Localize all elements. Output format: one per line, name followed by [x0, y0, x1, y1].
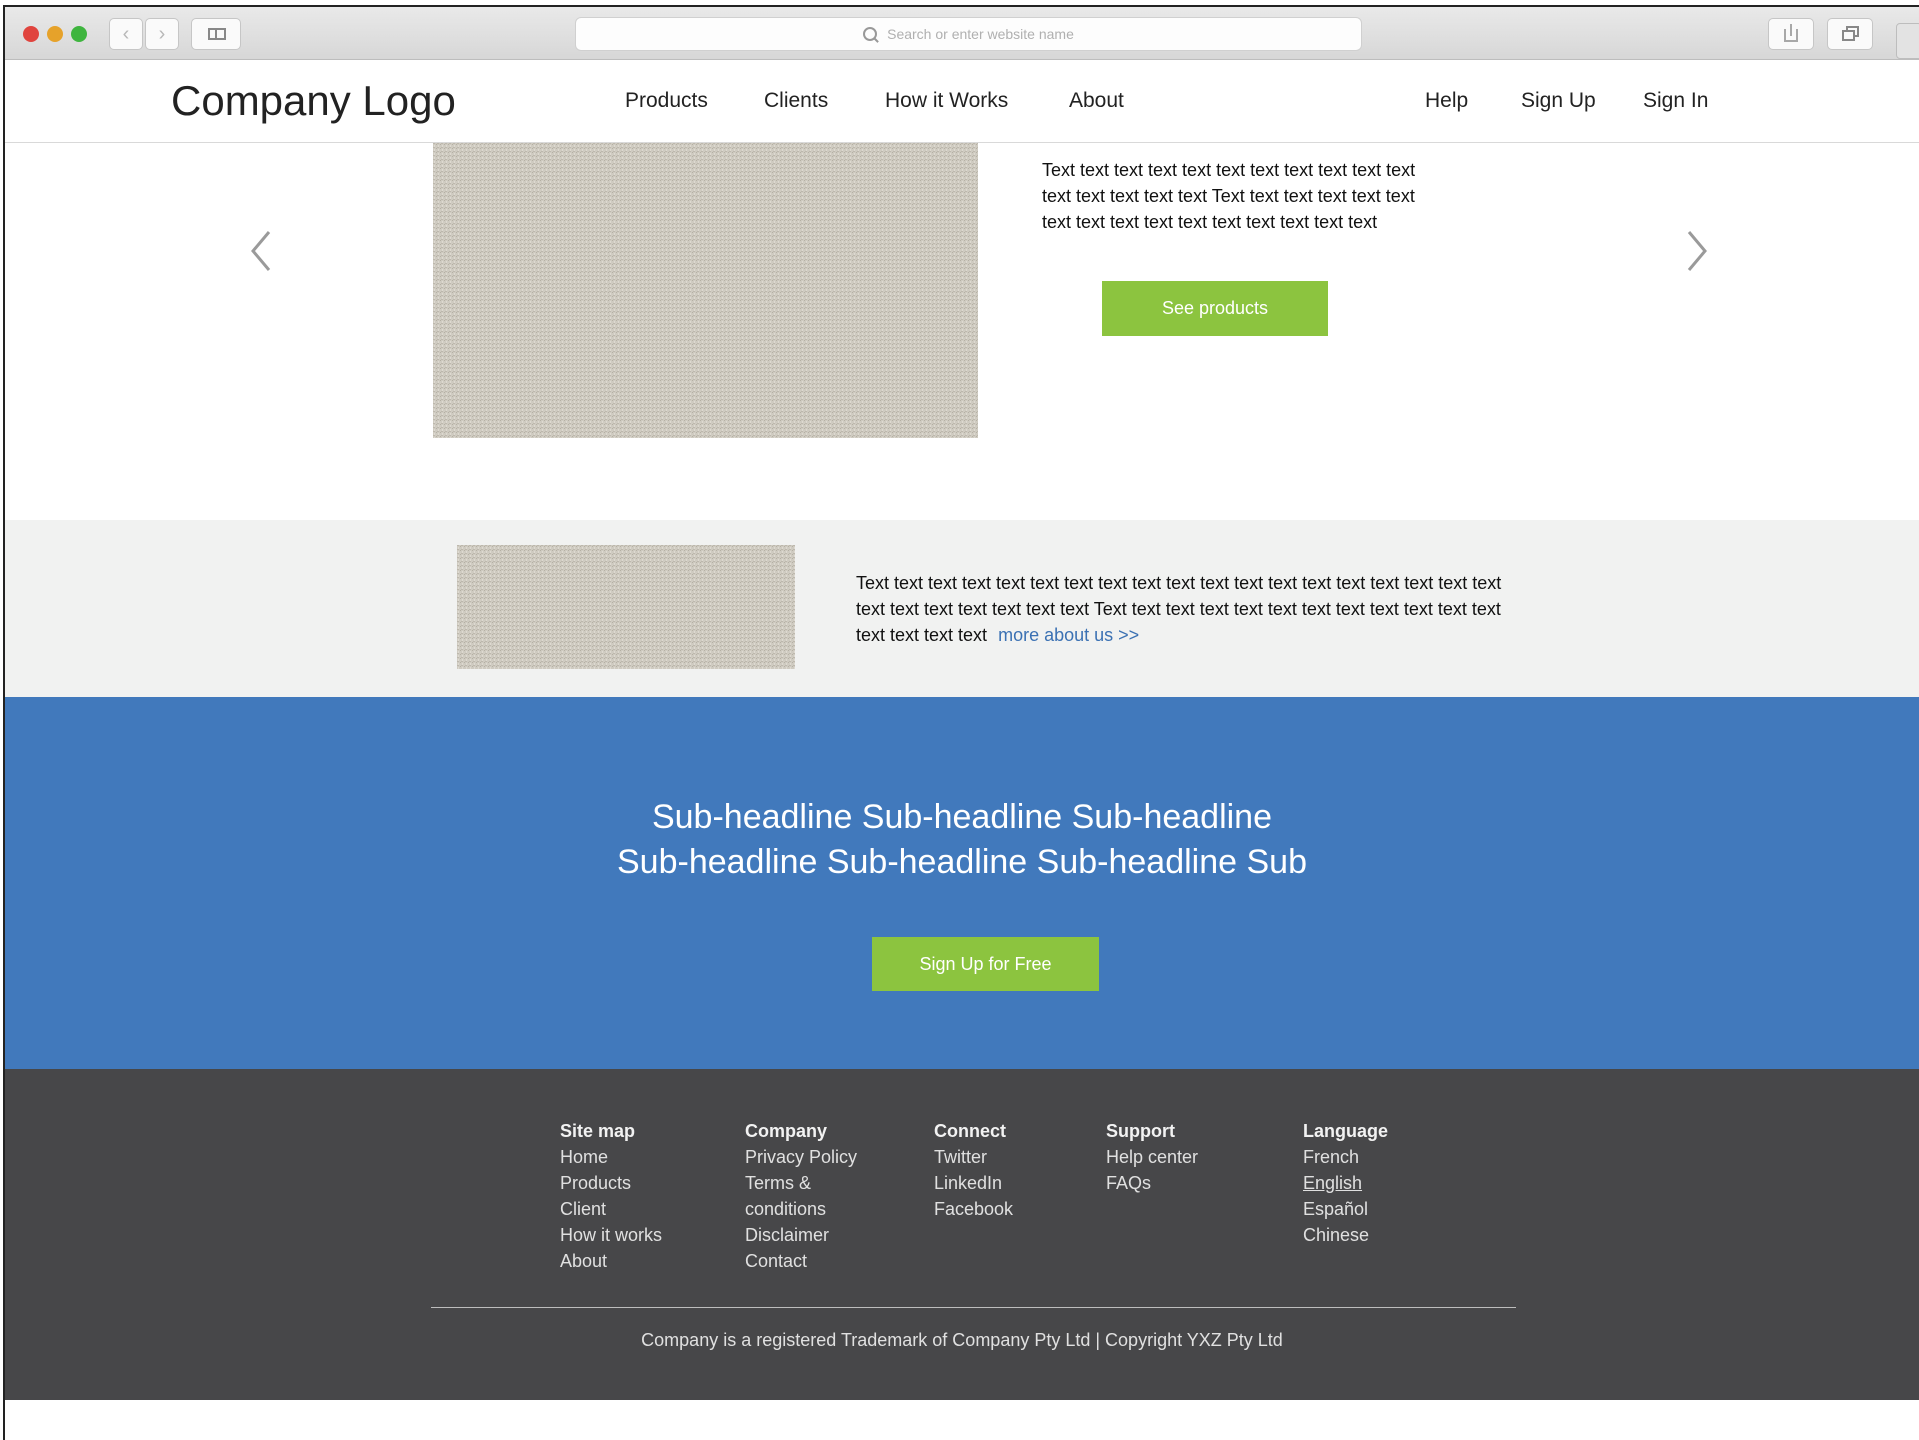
sign-up-free-button[interactable]: Sign Up for Free — [872, 937, 1099, 991]
footer-link-twitter[interactable]: Twitter — [934, 1144, 1013, 1170]
address-bar[interactable]: Search or enter website name — [575, 17, 1362, 51]
language-espanol[interactable]: Español — [1303, 1196, 1388, 1222]
back-button[interactable]: ‹ — [109, 18, 143, 50]
footer-link-contact[interactable]: Contact — [745, 1248, 857, 1274]
nav-about[interactable]: About — [1069, 89, 1124, 113]
about-image — [457, 545, 795, 669]
minimize-window-button[interactable] — [47, 26, 63, 42]
footer-link-about[interactable]: About — [560, 1248, 662, 1274]
hero-image — [433, 143, 978, 438]
cta-headline-line-2: Sub-headline Sub-headline Sub-headline S… — [617, 843, 1307, 881]
see-products-button[interactable]: See products — [1102, 281, 1328, 336]
forward-button[interactable]: › — [145, 18, 179, 50]
nav-products[interactable]: Products — [625, 89, 708, 113]
footer-link-terms[interactable]: Terms & — [745, 1170, 857, 1196]
footer-link-terms-conditions[interactable]: conditions — [745, 1196, 857, 1222]
nav-sign-in[interactable]: Sign In — [1643, 89, 1708, 113]
nav-sign-up[interactable]: Sign Up — [1521, 89, 1596, 113]
site-header: Company Logo Products Clients How it Wor… — [5, 59, 1919, 143]
chevron-right-icon[interactable] — [1677, 226, 1713, 276]
footer-link-client[interactable]: Client — [560, 1196, 662, 1222]
footer-divider — [431, 1307, 1516, 1308]
cta-headline: Sub-headline Sub-headline Sub-headline S… — [5, 795, 1919, 885]
close-window-button[interactable] — [23, 26, 39, 42]
footer-col-support: Support Help center FAQs — [1106, 1118, 1198, 1196]
hero-description: Text text text text text text text text … — [1042, 160, 1416, 232]
footer-link-linkedin[interactable]: LinkedIn — [934, 1170, 1013, 1196]
footer-heading: Site map — [560, 1121, 636, 1141]
language-french[interactable]: French — [1303, 1144, 1388, 1170]
footer-link-help-center[interactable]: Help center — [1106, 1144, 1198, 1170]
cta-headline-line-1: Sub-headline Sub-headline Sub-headline — [651, 798, 1273, 836]
tabs-icon-front — [1842, 30, 1855, 41]
forward-arrow-icon: › — [158, 23, 166, 45]
footer-heading: Support — [1106, 1121, 1175, 1141]
search-icon — [863, 27, 878, 41]
language-english-selected[interactable]: English — [1303, 1170, 1388, 1196]
sidebar-toggle-button[interactable] — [191, 18, 241, 50]
footer-link-facebook[interactable]: Facebook — [934, 1196, 1013, 1222]
footer-heading: Language — [1303, 1121, 1389, 1141]
footer-link-products[interactable]: Products — [560, 1170, 662, 1196]
footer-link-privacy[interactable]: Privacy Policy — [745, 1144, 857, 1170]
footer-heading: Company — [745, 1121, 828, 1141]
footer-col-company: Company Privacy Policy Terms & condition… — [745, 1118, 857, 1274]
nav-clients[interactable]: Clients — [764, 89, 828, 113]
sidebar-icon — [208, 28, 226, 40]
site-footer: Site map Home Products Client How it wor… — [5, 1069, 1919, 1400]
share-arrow — [1790, 24, 1792, 36]
footer-col-site-map: Site map Home Products Client How it wor… — [560, 1118, 662, 1274]
browser-toolbar: ‹ › Search or enter website name — [5, 7, 1919, 60]
back-arrow-icon: ‹ — [122, 23, 130, 45]
footer-heading: Connect — [934, 1121, 1006, 1141]
copyright-text: Company is a registered Trademark of Com… — [641, 1330, 1283, 1350]
about-description: Text text text text text text text text … — [856, 570, 1521, 648]
footer-link-how-it-works[interactable]: How it works — [560, 1222, 662, 1248]
browser-window: ‹ › Search or enter website name Company… — [3, 5, 1919, 1440]
footer-link-disclaimer[interactable]: Disclaimer — [745, 1222, 857, 1248]
footer-link-faqs[interactable]: FAQs — [1106, 1170, 1198, 1196]
address-bar-placeholder: Search or enter website name — [887, 26, 1074, 42]
nav-how-it-works[interactable]: How it Works — [885, 89, 1008, 113]
footer-link-home[interactable]: Home — [560, 1144, 662, 1170]
new-tab-button[interactable] — [1896, 23, 1919, 59]
chevron-left-icon[interactable] — [245, 226, 281, 276]
tab-overview-button[interactable] — [1827, 18, 1873, 50]
footer-col-connect: Connect Twitter LinkedIn Facebook — [934, 1118, 1013, 1222]
company-logo[interactable]: Company Logo — [171, 77, 456, 125]
language-chinese[interactable]: Chinese — [1303, 1222, 1388, 1248]
zoom-window-button[interactable] — [71, 26, 87, 42]
more-about-us-link[interactable]: more about us >> — [998, 625, 1139, 645]
footer-col-language: Language French English Español Chinese — [1303, 1118, 1388, 1248]
signup-cta-section: Sub-headline Sub-headline Sub-headline S… — [5, 697, 1919, 1069]
about-section: Text text text text text text text text … — [5, 520, 1919, 697]
share-button[interactable] — [1768, 18, 1814, 50]
nav-help[interactable]: Help — [1425, 89, 1468, 113]
about-text: Text text text text text text text text … — [856, 573, 1502, 645]
